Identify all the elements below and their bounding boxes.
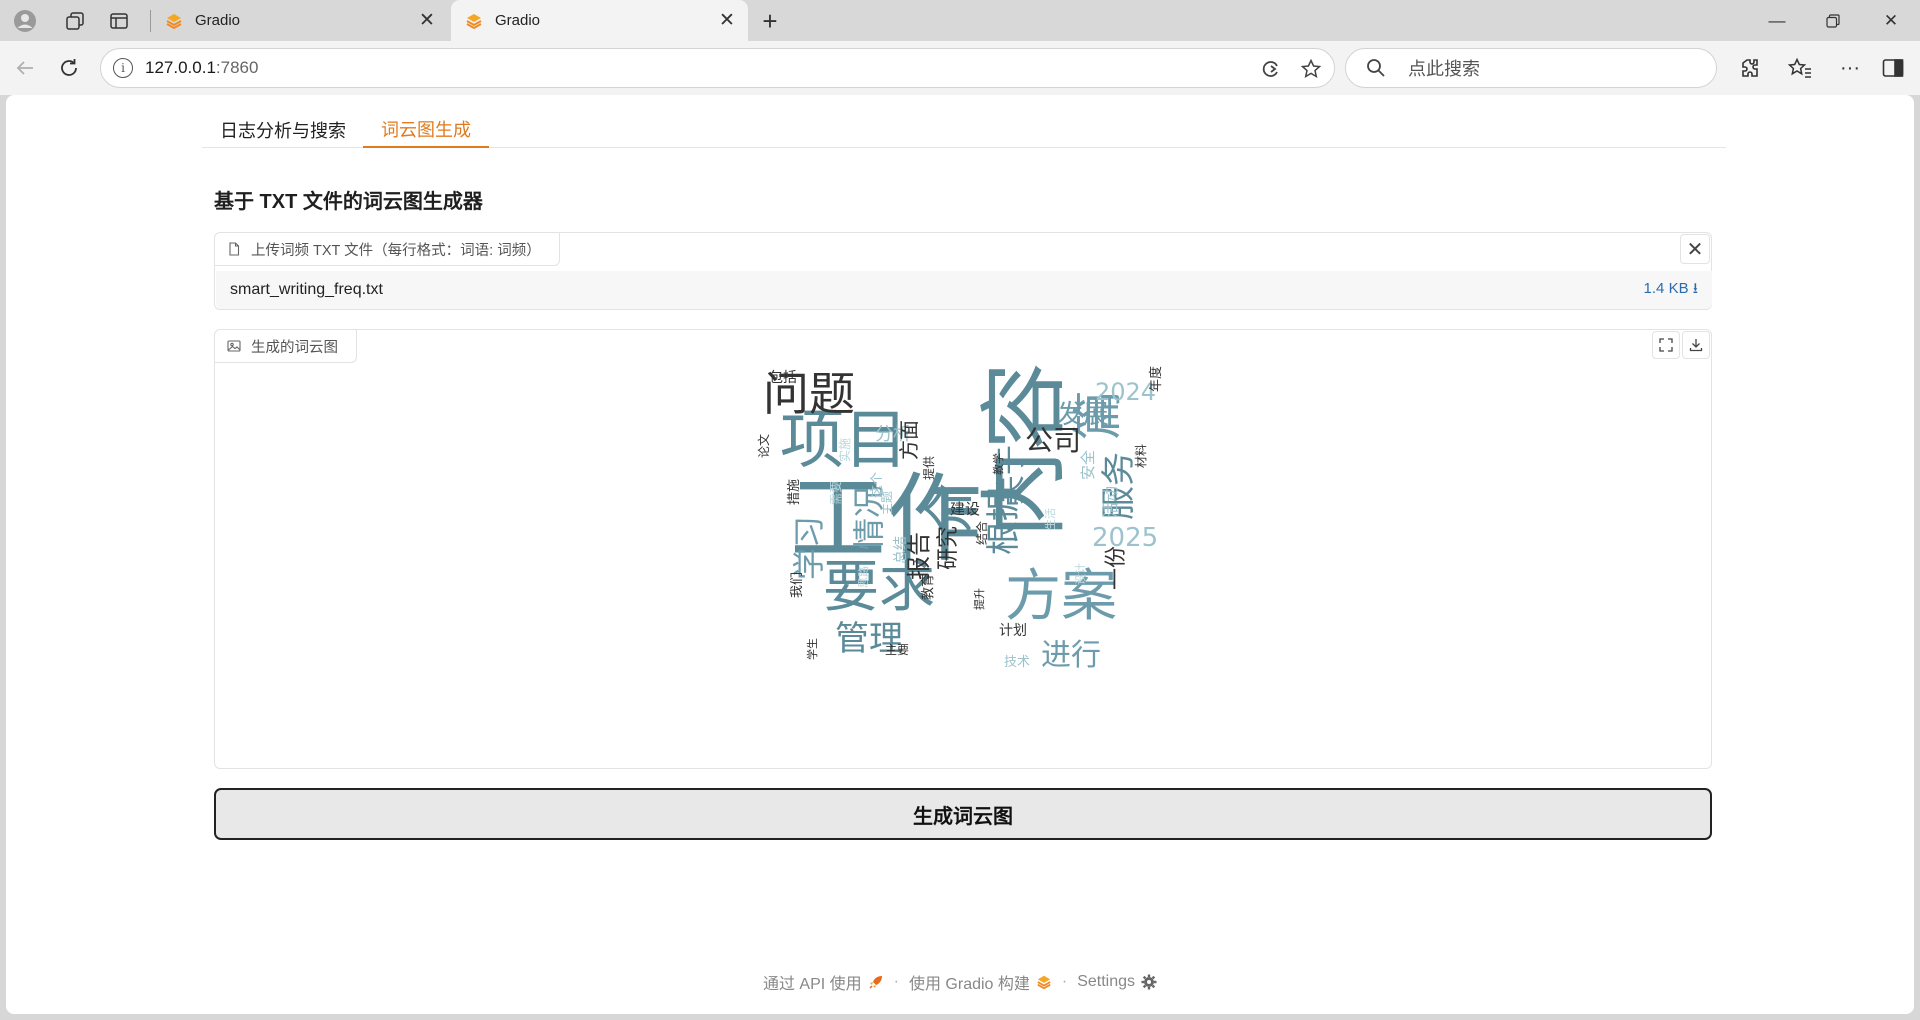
wordcloud-image: 工作内容项目要求 方案问题 篇服务根据介情况管理学习关于公司发展20242025进行… [756,362,1164,673]
wordcloud-word: 学习 [790,516,828,580]
close-window-icon[interactable]: ✕ [1868,6,1914,36]
close-tab-icon[interactable]: ✕ [418,10,436,31]
wordcloud-word: 总结 [893,536,909,564]
favorite-star-icon[interactable] [1298,56,1324,82]
search-icon [1367,59,1385,77]
more-menu-icon[interactable]: ··· [1835,53,1865,83]
tab-actions-icon[interactable] [106,8,132,34]
tab-title: Gradio [195,12,241,29]
upload-block-label: 上传词频 TXT 文件（每行格式：词语: 词频） [215,233,560,266]
wordcloud-word: 我们 [790,572,805,598]
wordcloud-word: 一份 [1104,546,1129,590]
search-placeholder: 点此搜索 [1408,59,1480,79]
wordcloud-word: 方面 [897,420,921,460]
file-size-download-link[interactable]: 1.4 KB ⭳ [1644,278,1698,303]
gear-icon[interactable] [1141,974,1157,990]
browser-tab-2[interactable]: Gradio ✕ [451,0,748,41]
wordcloud-word: 提升 [973,588,986,610]
wordcloud-word: 研究 [936,526,961,570]
tab-log-analysis[interactable]: 日志分析与搜索 [202,111,364,148]
wordcloud-word: 设计 [1074,563,1087,585]
browser-tab-bar: Gradio ✕ Gradio ✕ + — ✕ [0,0,1920,41]
close-tab-icon[interactable]: ✕ [718,10,736,31]
wordcloud-word: 技术 [1004,655,1030,670]
wordcloud-word: 计划 [999,623,1027,639]
favorites-icon[interactable] [1785,53,1815,83]
read-aloud-icon[interactable] [1258,56,1284,82]
wordcloud-word: 方案 [1005,564,1117,629]
wordcloud-word: 2024 [1095,378,1156,406]
file-name: smart_writing_freq.txt [230,281,383,298]
wordcloud-word: 措施 [787,479,802,505]
workspaces-icon[interactable] [62,8,88,34]
tab-wordcloud[interactable]: 词云图生成 [363,111,489,148]
url-field[interactable]: i 127.0.0.1:7860 [100,48,1335,88]
extensions-icon[interactable] [1735,53,1765,83]
page-title: 基于 TXT 文件的词云图生成器 [214,191,483,213]
wordcloud-word: 活动 [1101,486,1120,518]
site-info-icon[interactable]: i [113,58,133,78]
wordcloud-word: 安全 [1079,450,1097,480]
footer-gradio-link[interactable]: 使用 Gradio 构建 [909,970,1030,994]
wordcloud-word: 建设 [950,500,980,518]
gradio-favicon-icon [466,13,482,29]
wordcloud-word: 教学 [991,453,1005,475]
wordcloud-word: 包括 [769,370,797,386]
wordcloud-word: 实施 [837,438,852,462]
wordcloud-word: 主要 [885,643,909,657]
uploaded-file-row: smart_writing_freq.txt 1.4 KB ⭳ [216,271,1712,309]
file-upload-block[interactable]: 上传词频 TXT 文件（每行格式：词语: 词频） ✕ smart_writing… [214,232,1712,310]
file-icon [229,242,240,256]
wordcloud-word: 主题 [880,491,894,515]
wordcloud-word: 教育 [920,574,936,600]
wordcloud-word: 论文 [756,434,771,458]
url-port: :7860 [215,58,259,77]
generate-wordcloud-button[interactable]: 生成词云图 [214,788,1712,840]
back-icon[interactable] [10,53,40,83]
minimize-icon[interactable]: — [1754,6,1800,36]
wordcloud-word: 报告 [905,532,933,580]
restore-icon[interactable] [1810,6,1856,36]
wordcloud-word: 思路 [857,566,870,588]
wordcloud-word: 结合 [974,521,989,545]
footer-api-link[interactable]: 通过 API 使用 [763,970,862,994]
wordcloud-word: 需要 [829,481,843,505]
gradio-logo-icon [1036,974,1052,990]
wordcloud-image-block: 生成的词云图 工作 内容 项目 要求 方案 问题篇服务 根据介情况 管理 学习 关于 公司 发展 202… [214,329,1712,769]
new-tab-button[interactable]: + [754,5,786,37]
footer-separator: · [893,973,899,990]
wordcloud-word: 材料 [1134,444,1148,468]
page-viewport: 日志分析与搜索 词云图生成 基于 TXT 文件的词云图生成器 上传词频 TXT … [6,95,1914,1014]
browser-tab-1[interactable]: Gradio ✕ [151,0,448,41]
reload-icon[interactable] [54,53,84,83]
wordcloud-word: 提供 [921,456,936,480]
browser-search-field[interactable]: 点此搜索 [1345,48,1717,88]
footer-settings-link[interactable]: Settings [1077,973,1135,991]
wordcloud-word: 学生 [805,638,819,660]
gradio-favicon-icon [166,13,182,29]
footer: 通过 API 使用 · 使用 Gradio 构建 · Settings [6,970,1914,994]
rocket-icon [868,974,884,990]
wordcloud-word: 年度 [1148,366,1164,392]
clear-file-icon[interactable]: ✕ [1680,234,1710,264]
app-tabs: 日志分析与搜索 词云图生成 [202,111,1726,148]
address-bar-row: i 127.0.0.1:7860 点此搜索 ··· [0,41,1920,95]
upload-label-text: 上传词频 TXT 文件（每行格式：词语: 词频） [251,242,541,259]
footer-separator: · [1061,973,1068,990]
tab-title: Gradio [495,12,541,29]
wordcloud-word: 进行 [1041,638,1101,673]
profile-icon[interactable] [12,8,38,34]
url-host: 127.0.0.1 [145,58,216,77]
wordcloud-word: 生活 [1043,508,1057,530]
sidebar-toggle-icon[interactable] [1878,53,1908,83]
